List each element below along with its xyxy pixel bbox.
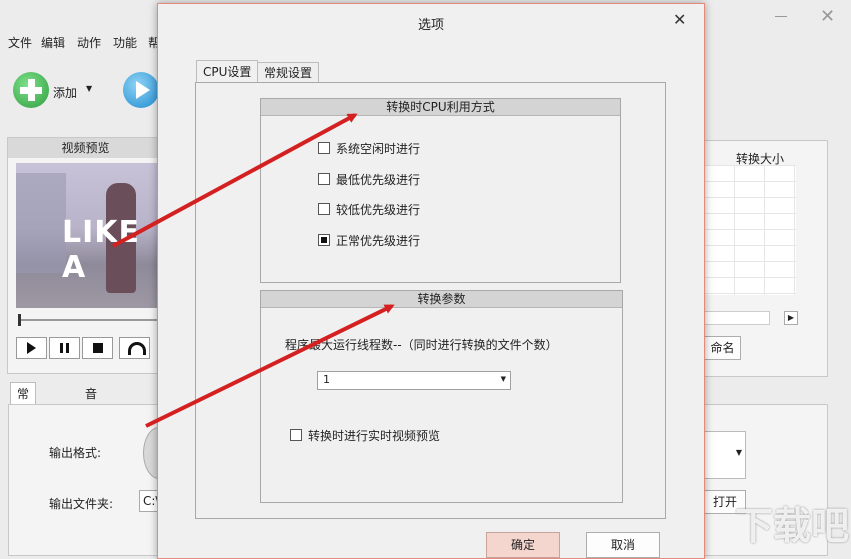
realtime-preview-label: 转换时进行实时视频预览	[308, 429, 441, 443]
seek-bar[interactable]	[18, 314, 160, 326]
dialog-title: 选项	[417, 18, 444, 33]
ok-button[interactable]: 确定	[486, 532, 560, 558]
watermark: 下载吧	[735, 504, 850, 548]
pause-button[interactable]	[49, 337, 80, 359]
menu-file[interactable]: 文件	[8, 34, 32, 51]
menu-edit[interactable]: 编辑	[41, 34, 65, 51]
checkbox-realtime-preview[interactable]	[290, 429, 302, 441]
output-folder-label: 输出文件夹:	[49, 497, 114, 511]
play-icon	[136, 81, 150, 99]
seek-handle[interactable]	[18, 314, 21, 326]
add-label: 添加	[53, 86, 78, 100]
dropdown-arrow-icon: ▼	[86, 84, 93, 93]
tab-content: 转换时CPU利用方式 系统空闲时进行 最低优先级进行 较低优先级进行 正常优先级…	[195, 82, 666, 519]
plus-icon	[13, 72, 49, 108]
checkbox-idle[interactable]	[318, 142, 330, 154]
dialog-close-icon[interactable]: ✕	[673, 10, 686, 29]
tab-general[interactable]: 常规设置	[10, 382, 37, 467]
add-button[interactable]: 添加 ▼	[13, 72, 98, 112]
settings-panel: 输出格式: 输出文件夹: C:\	[8, 404, 175, 556]
headphone-button[interactable]	[119, 337, 150, 359]
output-format-label: 输出格式:	[49, 446, 102, 460]
stop-icon	[93, 343, 103, 353]
format-select[interactable]: ▼	[704, 431, 746, 479]
tab-cpu-settings[interactable]: CPU设置	[196, 60, 259, 84]
stop-button[interactable]	[82, 337, 113, 359]
convert-params-group: 转换参数 程序最大运行线程数--（同时进行转换的文件个数） 1 ▼ 转换时进行实…	[260, 290, 623, 503]
list-area	[704, 165, 796, 295]
checkbox-lowest[interactable]	[318, 173, 330, 185]
cancel-button[interactable]: 取消	[586, 532, 660, 558]
option-idle-label: 系统空闲时进行	[336, 142, 421, 156]
menu-action[interactable]: 动作	[77, 34, 101, 51]
menu-function[interactable]: 功能	[113, 34, 137, 51]
minimize-icon[interactable]	[775, 9, 787, 21]
pause-icon	[60, 343, 63, 353]
close-app-icon[interactable]: ✕	[820, 6, 835, 27]
thread-count-select[interactable]: 1 ▼	[317, 371, 511, 390]
file-list-panel: 转换大小 ▶ 命名	[703, 140, 828, 377]
option-low-label: 较低优先级进行	[336, 203, 421, 217]
scroll-right-icon[interactable]: ▶	[784, 311, 798, 325]
tab-general-settings[interactable]: 常规设置	[257, 62, 320, 84]
option-normal-label: 正常优先级进行	[336, 234, 421, 248]
thread-count-label: 程序最大运行线程数--（同时进行转换的文件个数）	[285, 338, 558, 352]
play-small-icon	[27, 342, 36, 354]
checkbox-normal[interactable]	[318, 234, 330, 246]
rename-button[interactable]: 命名	[704, 336, 741, 360]
cpu-usage-group: 转换时CPU利用方式 系统空闲时进行 最低优先级进行 较低优先级进行 正常优先级…	[260, 98, 621, 283]
headphone-icon	[128, 342, 146, 355]
play-toolbar-button[interactable]	[123, 72, 159, 108]
params-group-title: 转换参数	[261, 291, 622, 308]
select-arrow-icon: ▼	[735, 448, 742, 457]
video-frame: LIKE A	[16, 163, 160, 308]
h-scrollbar[interactable]	[704, 311, 770, 325]
option-lowest-label: 最低优先级进行	[336, 173, 421, 187]
preview-title: 视频预览	[8, 138, 163, 158]
thread-select-arrow-icon: ▼	[500, 375, 506, 383]
video-overlay-text: LIKE A	[62, 215, 141, 285]
play-button[interactable]	[16, 337, 47, 359]
checkbox-low[interactable]	[318, 203, 330, 215]
cpu-group-title: 转换时CPU利用方式	[261, 99, 620, 116]
tab-av-advanced[interactable]: 音视频高级设	[78, 382, 104, 511]
options-dialog: 选项 ✕ CPU设置 常规设置 转换时CPU利用方式 系统空闲时进行 最低优先级…	[157, 3, 705, 559]
